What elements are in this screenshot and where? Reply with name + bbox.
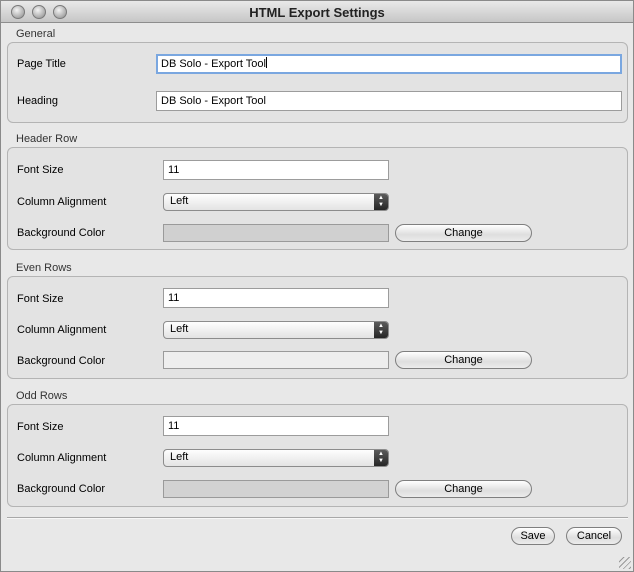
even-alignment-value: Left <box>170 323 189 335</box>
odd-bg-label: Background Color <box>17 483 106 495</box>
heading-label: Heading <box>17 95 58 107</box>
header-alignment-select[interactable]: Left ▲ ▼ <box>163 193 389 211</box>
page-title-input[interactable]: DB Solo - Export Tool <box>156 54 622 74</box>
even-rows-panel: Font Size 11 Column Alignment Left ▲ ▼ Ba… <box>7 276 628 379</box>
resize-grip-icon[interactable] <box>619 557 631 569</box>
even-font-size-input[interactable]: 11 <box>163 288 389 308</box>
header-row-panel: Font Size 11 Column Alignment Left ▲ ▼ Ba… <box>7 147 628 250</box>
even-alignment-select[interactable]: Left ▲ ▼ <box>163 321 389 339</box>
save-button[interactable]: Save <box>511 527 555 545</box>
odd-font-size-input[interactable]: 11 <box>163 416 389 436</box>
even-bg-label: Background Color <box>17 355 106 367</box>
odd-change-color-button[interactable]: Change <box>395 480 532 498</box>
general-section-label: General <box>16 28 56 40</box>
even-alignment-label: Column Alignment <box>17 324 107 336</box>
odd-rows-panel: Font Size 11 Column Alignment Left ▲ ▼ Ba… <box>7 404 628 507</box>
header-bg-label: Background Color <box>17 227 106 239</box>
even-change-color-button[interactable]: Change <box>395 351 532 369</box>
select-arrows-icon: ▲ ▼ <box>374 322 388 338</box>
header-font-size-input[interactable]: 11 <box>163 160 389 180</box>
export-settings-window: HTML Export Settings General Page Title … <box>0 0 634 572</box>
header-font-size-label: Font Size <box>17 164 64 176</box>
odd-alignment-select[interactable]: Left ▲ ▼ <box>163 449 389 467</box>
odd-font-size-label: Font Size <box>17 421 64 433</box>
header-alignment-value: Left <box>170 195 189 207</box>
window-title: HTML Export Settings <box>249 5 385 20</box>
footer-separator <box>7 517 628 519</box>
page-title-label: Page Title <box>17 58 66 70</box>
title-bar[interactable]: HTML Export Settings <box>1 1 633 23</box>
even-bg-swatch <box>163 351 389 369</box>
odd-bg-swatch <box>163 480 389 498</box>
text-caret <box>265 57 267 68</box>
page-title-value: DB Solo - Export Tool <box>161 58 266 70</box>
even-font-size-label: Font Size <box>17 293 64 305</box>
odd-rows-section-label: Odd Rows <box>16 390 68 402</box>
select-arrows-icon: ▲ ▼ <box>374 194 388 210</box>
heading-input[interactable]: DB Solo - Export Tool <box>156 91 622 111</box>
header-alignment-label: Column Alignment <box>17 196 107 208</box>
header-change-color-button[interactable]: Change <box>395 224 532 242</box>
header-row-section-label: Header Row <box>16 133 78 145</box>
odd-alignment-value: Left <box>170 451 189 463</box>
general-panel: Page Title DB Solo - Export Tool Heading… <box>7 42 628 123</box>
even-rows-section-label: Even Rows <box>16 262 72 274</box>
select-arrows-icon: ▲ ▼ <box>374 450 388 466</box>
cancel-button[interactable]: Cancel <box>566 527 622 545</box>
odd-alignment-label: Column Alignment <box>17 452 107 464</box>
header-bg-swatch <box>163 224 389 242</box>
